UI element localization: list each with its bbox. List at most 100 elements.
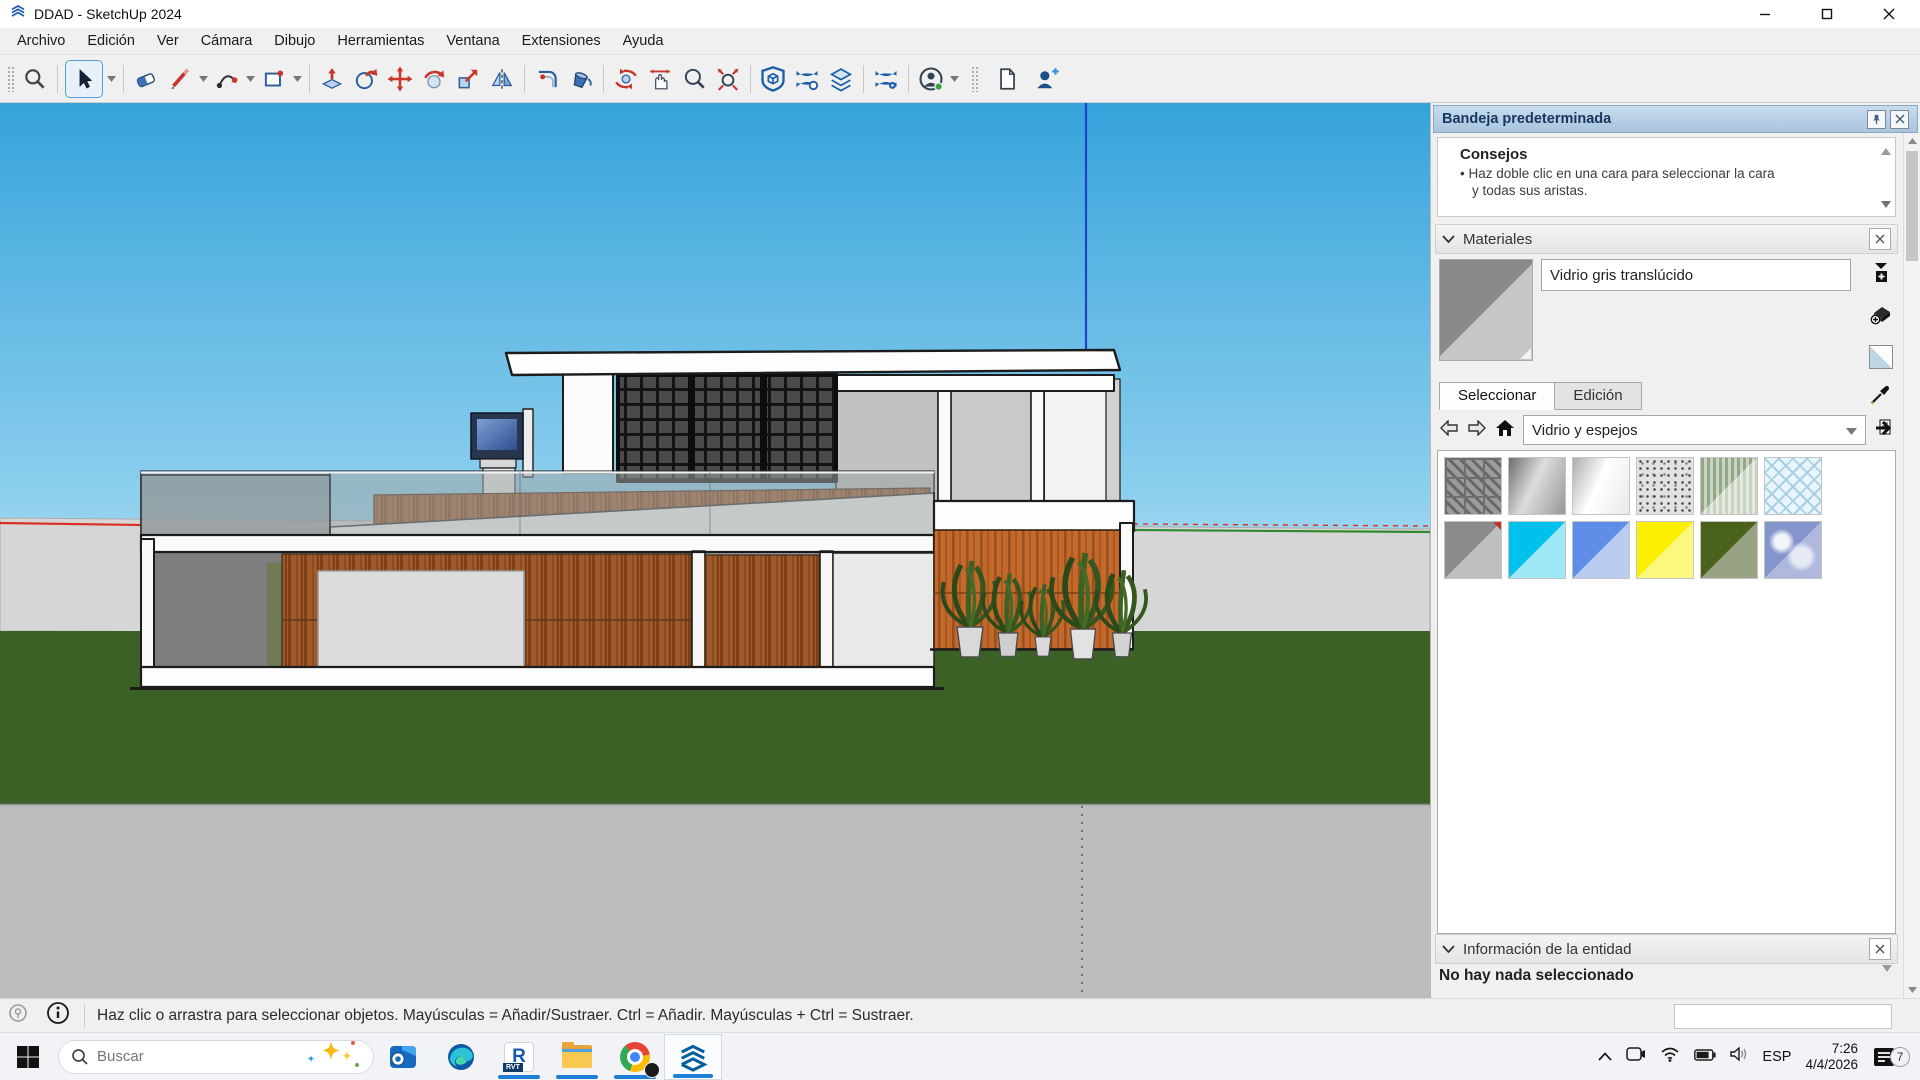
material-swatch-glass-sky-blue[interactable] xyxy=(1508,521,1566,579)
pushpull-tool-button[interactable] xyxy=(315,62,349,96)
search-input[interactable] xyxy=(97,1048,267,1065)
pan-tool-button[interactable] xyxy=(643,62,677,96)
select-tool-dropdown[interactable] xyxy=(105,64,118,94)
language-indicator[interactable]: ESP xyxy=(1762,1049,1791,1065)
material-swatch-glass-blocks[interactable] xyxy=(1444,457,1502,515)
select-tool-button[interactable] xyxy=(67,62,101,96)
line-tool-dropdown[interactable] xyxy=(197,64,210,94)
scrollbar-thumb[interactable] xyxy=(1906,151,1918,261)
material-swatch-glass-yellow[interactable] xyxy=(1636,521,1694,579)
preview-resize-corner[interactable] xyxy=(1520,348,1531,359)
collection-dropdown[interactable]: Vidrio y espejos xyxy=(1523,415,1866,445)
wifi-icon[interactable] xyxy=(1660,1046,1680,1067)
clock[interactable]: 7:26 4/4/2026 xyxy=(1805,1041,1858,1073)
taskbar-app-explorer[interactable] xyxy=(548,1034,606,1080)
rotate-tool-button[interactable] xyxy=(417,62,451,96)
create-material-icon[interactable] xyxy=(1869,303,1893,331)
followme-tool-button[interactable] xyxy=(349,62,383,96)
forward-arrow-icon[interactable] xyxy=(1467,420,1487,440)
account-dropdown[interactable] xyxy=(948,64,961,94)
search-highlights-sparkles-icon[interactable] xyxy=(303,1039,361,1074)
info-icon[interactable] xyxy=(46,1001,70,1030)
styles-layers-button[interactable] xyxy=(824,62,858,96)
new-document-button[interactable] xyxy=(990,62,1024,96)
battery-icon[interactable] xyxy=(1694,1048,1716,1066)
tips-scroll-down-icon[interactable] xyxy=(1881,195,1891,212)
tab-edicion[interactable]: Edición xyxy=(1555,382,1641,410)
material-name-field[interactable] xyxy=(1541,259,1851,291)
back-arrow-icon[interactable] xyxy=(1439,420,1459,440)
menu-herramientas[interactable]: Herramientas xyxy=(326,28,435,55)
entity-info-section-header[interactable]: Información de la entidad xyxy=(1435,934,1898,964)
menu-edicion[interactable]: Edición xyxy=(76,28,146,55)
invite-person-button[interactable] xyxy=(1030,62,1064,96)
default-material-icon[interactable] xyxy=(1869,345,1893,369)
terrace-glass-railing[interactable] xyxy=(141,471,934,543)
eyedropper-icon[interactable] xyxy=(1870,383,1892,409)
materials-close-icon[interactable] xyxy=(1869,228,1891,250)
sliding-panel[interactable] xyxy=(318,571,524,667)
material-swatch-glass-blue[interactable] xyxy=(1572,521,1630,579)
move-tool-button[interactable] xyxy=(383,62,417,96)
meet-now-icon[interactable] xyxy=(1626,1046,1646,1067)
account-button[interactable] xyxy=(914,62,948,96)
scrollbar-down-icon[interactable] xyxy=(1904,982,1920,998)
material-swatch-ribbed-green[interactable] xyxy=(1700,457,1758,515)
notification-center[interactable]: 7 xyxy=(1872,1045,1910,1069)
shoji-windows[interactable] xyxy=(618,375,836,481)
taskbar-app-chrome[interactable] xyxy=(606,1034,664,1080)
viewport-canvas[interactable] xyxy=(0,103,1430,998)
zoom-tool-button[interactable] xyxy=(677,62,711,96)
tray-scrollbar[interactable] xyxy=(1903,133,1920,998)
warehouse-3d-button[interactable] xyxy=(756,62,790,96)
roof-slab[interactable] xyxy=(506,350,1120,375)
menu-dibujo[interactable]: Dibujo xyxy=(263,28,326,55)
material-swatch-glass-clouds[interactable] xyxy=(1764,521,1822,579)
home-icon[interactable] xyxy=(1495,419,1515,441)
material-swatch-glass-gray-translucent[interactable] xyxy=(1444,521,1502,579)
menu-extensiones[interactable]: Extensiones xyxy=(511,28,612,55)
minimize-button[interactable] xyxy=(1734,0,1796,28)
material-swatch-blue-lattice[interactable] xyxy=(1764,457,1822,515)
tab-seleccionar[interactable]: Seleccionar xyxy=(1439,382,1555,410)
arc-tool-dropdown[interactable] xyxy=(244,64,257,94)
arc-tool-button[interactable] xyxy=(210,62,244,96)
geolocation-icon[interactable] xyxy=(8,1003,28,1028)
entity-info-close-icon[interactable] xyxy=(1869,938,1891,960)
rectangle-tool-dropdown[interactable] xyxy=(291,64,304,94)
entity-scroll-down-icon[interactable] xyxy=(1882,959,1892,976)
measurements-input[interactable] xyxy=(1674,1004,1892,1029)
taskbar-app-sketchup[interactable] xyxy=(664,1034,722,1080)
offset-tool-button[interactable] xyxy=(530,62,564,96)
tips-scroll-up-icon[interactable] xyxy=(1881,142,1891,159)
scale-tool-button[interactable] xyxy=(451,62,485,96)
tray-chevron-up-icon[interactable] xyxy=(1598,1048,1612,1066)
tray-header[interactable]: Bandeja predeterminada xyxy=(1433,105,1918,133)
paint-tool-button[interactable] xyxy=(564,62,598,96)
rectangle-tool-button[interactable] xyxy=(257,62,291,96)
menu-ventana[interactable]: Ventana xyxy=(435,28,510,55)
toolbar-grip-2[interactable] xyxy=(971,66,979,92)
close-button[interactable] xyxy=(1858,0,1920,28)
pin-icon[interactable] xyxy=(1867,110,1886,129)
eraser-tool-button[interactable] xyxy=(129,62,163,96)
extension-warehouse-button[interactable] xyxy=(790,62,824,96)
secondary-pane-icon[interactable] xyxy=(1872,261,1890,289)
search-tool-button[interactable] xyxy=(18,62,52,96)
speaker-icon[interactable] xyxy=(1730,1046,1748,1067)
taskbar-app-outlook[interactable] xyxy=(374,1034,432,1080)
material-swatch-glass-dark-green[interactable] xyxy=(1700,521,1758,579)
zoom-extents-button[interactable] xyxy=(711,62,745,96)
collection-details-icon[interactable] xyxy=(1874,418,1896,442)
start-button[interactable] xyxy=(4,1033,52,1080)
taskbar-app-revit[interactable]: R RVT xyxy=(490,1034,548,1080)
modeling-viewport[interactable] xyxy=(0,103,1430,998)
menu-ver[interactable]: Ver xyxy=(146,28,190,55)
material-preview[interactable] xyxy=(1439,259,1533,361)
line-tool-button[interactable] xyxy=(163,62,197,96)
scrollbar-up-icon[interactable] xyxy=(1904,133,1920,149)
materials-section-header[interactable]: Materiales xyxy=(1435,224,1898,254)
menu-archivo[interactable]: Archivo xyxy=(6,28,76,55)
material-swatch-mirror-gray[interactable] xyxy=(1508,457,1566,515)
tray-close-icon[interactable] xyxy=(1890,110,1909,129)
